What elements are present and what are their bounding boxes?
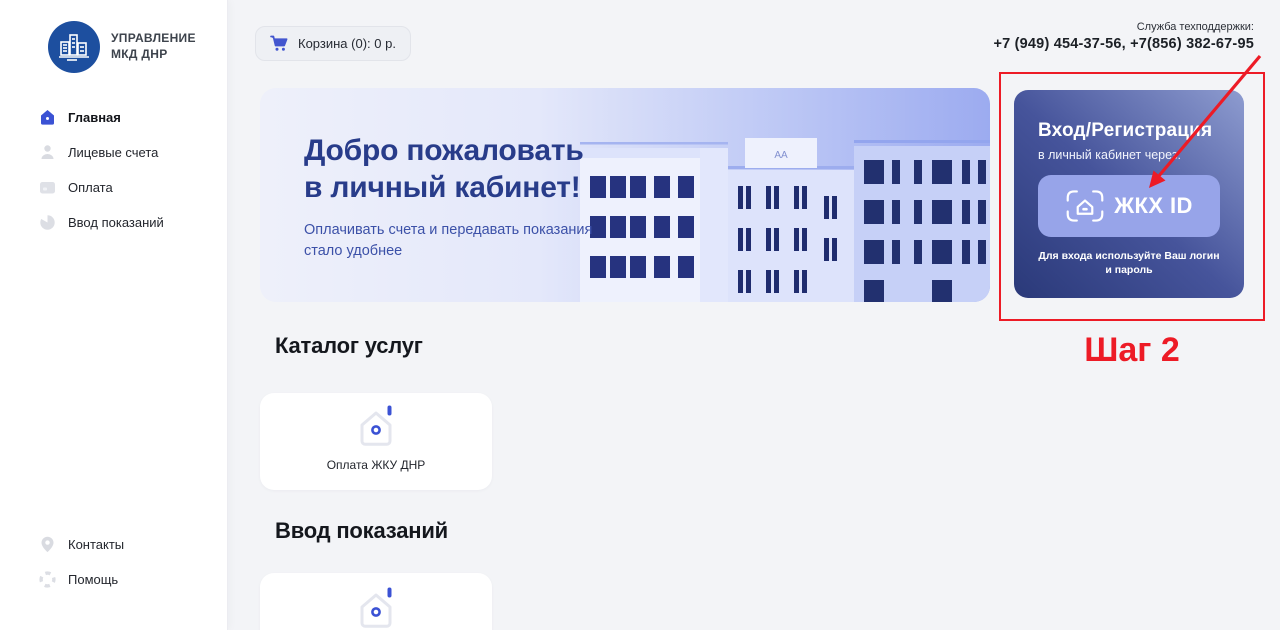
readings-title: Ввод показаний	[275, 518, 448, 544]
login-subtitle: в личный кабинет через:	[1014, 148, 1244, 162]
catalog-title: Каталог услуг	[275, 333, 423, 359]
cart-button[interactable]: Корзина (0): 0 р.	[255, 26, 411, 61]
sidebar-item-home[interactable]: Главная	[0, 100, 228, 135]
gkh-id-label: ЖКХ ID	[1114, 193, 1193, 219]
sidebar-item-label: Помощь	[68, 572, 118, 587]
service-card-readings[interactable]	[260, 573, 492, 630]
location-pin-icon	[38, 535, 57, 554]
banner-subtitle: Оплачивать счета и передавать показания …	[304, 220, 634, 262]
support-phones[interactable]: +7 (949) 454-37-56, +7(856) 382-67-95	[993, 36, 1254, 52]
service-card-label: Оплата ЖКУ ДНР	[327, 458, 426, 472]
welcome-banner: АА Добр	[260, 88, 990, 302]
sidebar-item-accounts[interactable]: Лицевые счета	[0, 135, 228, 170]
scan-house-icon	[1065, 188, 1105, 224]
help-icon	[38, 570, 57, 589]
banner-title: Добро пожаловать в личный кабинет!	[304, 132, 584, 206]
sidebar-item-label: Главная	[68, 110, 121, 125]
login-caption: Для входа используйте Ваш логин и пароль	[1034, 249, 1224, 277]
buildings-illustration: АА	[580, 88, 990, 302]
sidebar-nav: Главная Лицевые счета Оплата Ввод показа…	[0, 100, 228, 240]
logo-line1: УПРАВЛЕНИЕ	[111, 31, 196, 47]
card-icon	[38, 178, 57, 197]
login-card: Вход/Регистрация в личный кабинет через:…	[1014, 90, 1244, 298]
logo-buildings-icon	[48, 21, 100, 73]
login-title: Вход/Регистрация	[1014, 120, 1244, 142]
sidebar-item-readings[interactable]: Ввод показаний	[0, 205, 228, 240]
sidebar-item-label: Ввод показаний	[68, 215, 164, 230]
sidebar-item-label: Контакты	[68, 537, 124, 552]
banner-title-line2: в личный кабинет!	[304, 171, 581, 204]
sidebar-item-contacts[interactable]: Контакты	[0, 527, 228, 562]
page: УПРАВЛЕНИЕ МКД ДНР Главная Лицевые счета	[0, 0, 1280, 630]
service-card-payment[interactable]: Оплата ЖКУ ДНР	[260, 393, 492, 490]
cart-icon	[270, 35, 289, 52]
sidebar: УПРАВЛЕНИЕ МКД ДНР Главная Лицевые счета	[0, 0, 228, 630]
support-block: Служба техподдержки: +7 (949) 454-37-56,…	[993, 21, 1254, 52]
cart-label: Корзина (0): 0 р.	[298, 36, 396, 51]
sidebar-item-label: Лицевые счета	[68, 145, 158, 160]
logo-line2: МКД ДНР	[111, 47, 196, 63]
house-icon	[351, 404, 401, 450]
user-icon	[38, 143, 57, 162]
house-icon	[351, 586, 401, 630]
sidebar-nav-bottom: Контакты Помощь	[0, 527, 228, 597]
sidebar-item-label: Оплата	[68, 180, 113, 195]
annotation-step-label: Шаг 2	[999, 331, 1265, 370]
banner-title-line1: Добро пожаловать	[304, 134, 584, 167]
building-sign: АА	[774, 150, 788, 161]
home-icon	[38, 108, 57, 127]
sidebar-item-help[interactable]: Помощь	[0, 562, 228, 597]
logo[interactable]: УПРАВЛЕНИЕ МКД ДНР	[48, 21, 196, 73]
gkh-id-button[interactable]: ЖКХ ID	[1038, 175, 1220, 237]
gauge-icon	[38, 213, 57, 232]
sidebar-item-payment[interactable]: Оплата	[0, 170, 228, 205]
support-label: Служба техподдержки:	[993, 21, 1254, 33]
logo-text: УПРАВЛЕНИЕ МКД ДНР	[111, 31, 196, 62]
